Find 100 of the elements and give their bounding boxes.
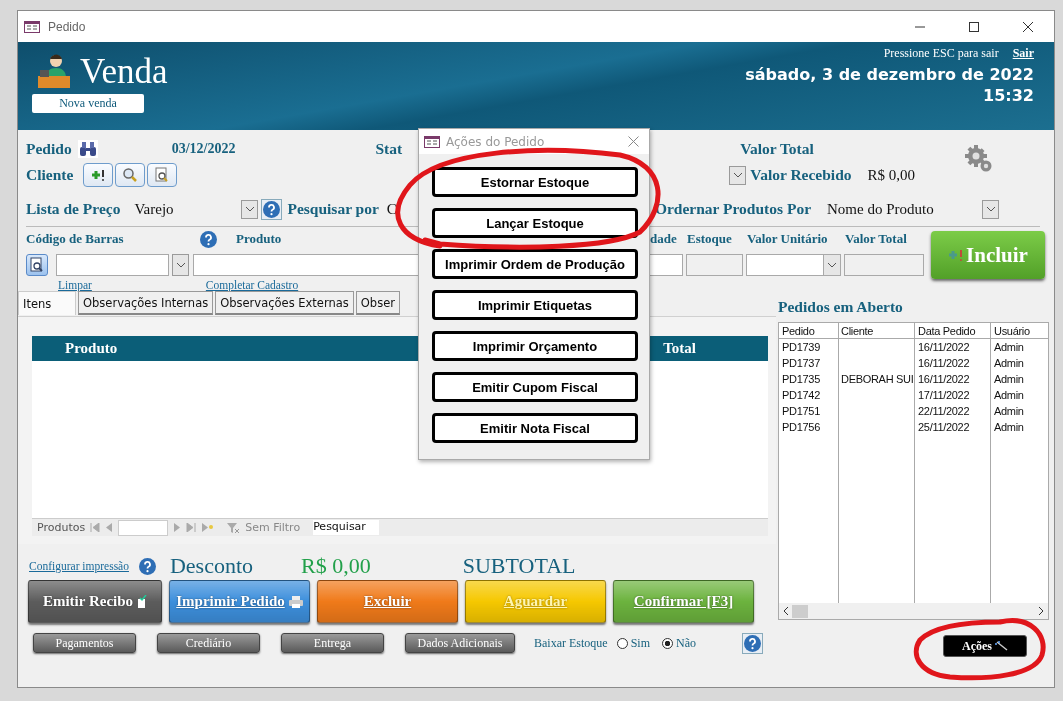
table-cell[interactable]: PD1739 — [779, 339, 839, 355]
secondary-button[interactable]: Entrega — [281, 633, 384, 653]
new-sale-button[interactable]: Nova venda — [32, 94, 144, 113]
help-icon[interactable] — [138, 557, 156, 575]
dialog-button[interactable]: Lançar Estoque — [432, 208, 638, 238]
table-cell[interactable]: PD1737 — [779, 355, 839, 371]
close-icon[interactable] — [1022, 20, 1034, 33]
table-cell[interactable]: PD1751 — [779, 403, 839, 419]
dialog-button[interactable]: Emitir Cupom Fiscal — [432, 372, 638, 402]
barcode-field[interactable] — [56, 254, 169, 276]
stock-field[interactable] — [686, 254, 743, 276]
table-cell[interactable]: Admin — [991, 419, 1048, 435]
stock-label: Estoque — [687, 231, 733, 247]
unit-price-field[interactable] — [746, 254, 841, 276]
next-record-icon[interactable] — [173, 523, 182, 532]
table-cell[interactable]: Admin — [991, 387, 1048, 403]
magic-wand-icon — [994, 641, 1008, 651]
total-label: Valor Total — [740, 140, 814, 158]
table-cell[interactable]: 16/11/2022 — [915, 339, 991, 355]
navigator-label: Produtos — [37, 521, 86, 534]
total-field[interactable] — [844, 254, 924, 276]
tab[interactable]: Observações Internas — [78, 291, 214, 315]
binoculars-icon[interactable] — [77, 140, 98, 158]
received-label: Valor Recebido — [750, 166, 852, 184]
record-number-field[interactable] — [118, 519, 169, 536]
tab[interactable]: Observações Externas — [215, 291, 354, 315]
search-client-button[interactable] — [115, 163, 146, 187]
receipt-check-icon — [137, 594, 148, 609]
page-title: Venda — [80, 52, 168, 92]
client-label: Cliente — [26, 166, 74, 184]
dialog-button[interactable]: Imprimir Orçamento — [432, 331, 638, 361]
order-label: Pedido — [26, 140, 72, 158]
scroll-left-icon[interactable] — [783, 607, 789, 615]
horizontal-scrollbar[interactable] — [779, 603, 1048, 619]
settings-icon[interactable] — [963, 144, 994, 174]
maximize-icon[interactable] — [968, 20, 980, 33]
dialog-button[interactable]: Imprimir Ordem de Produção — [432, 249, 638, 279]
subtotal-label: SUBTOTAL — [462, 553, 576, 579]
column-header: Pedido — [779, 323, 839, 338]
radio-button[interactable] — [662, 637, 673, 649]
dialog-button[interactable]: Emitir Nota Fiscal — [432, 413, 638, 443]
search-icon — [122, 167, 139, 183]
search-field[interactable]: Pesquisar — [313, 520, 380, 535]
printer-icon — [288, 595, 303, 608]
tab[interactable]: Itens — [18, 291, 76, 315]
last-record-icon[interactable] — [186, 523, 197, 532]
received-value: R$ 0,00 — [867, 166, 916, 184]
chevron-icon — [176, 262, 185, 268]
radio-label: Sim — [630, 635, 650, 651]
barcode-label: Código de Barras — [26, 231, 125, 247]
table-cell[interactable]: DEBORAH SUI — [839, 371, 915, 387]
table-cell[interactable]: Admin — [991, 339, 1048, 355]
table-cell[interactable]: 16/11/2022 — [915, 371, 991, 387]
column-header: Data Pedido — [915, 323, 991, 338]
print-settings-link[interactable]: Configurar impressão — [29, 560, 129, 572]
filter-icon[interactable] — [226, 521, 241, 534]
dialog-button[interactable]: Estornar Estoque — [432, 167, 638, 197]
exit-link[interactable]: Sair — [1012, 46, 1034, 61]
previous-record-icon[interactable] — [105, 523, 114, 532]
scroll-right-icon[interactable] — [1038, 607, 1044, 615]
unit-price-label: Valor Unitário — [747, 231, 829, 247]
help-icon — [744, 634, 761, 652]
radio-button[interactable] — [616, 637, 628, 649]
secondary-button[interactable]: Crediário — [157, 633, 260, 653]
scroll-thumb[interactable] — [792, 604, 808, 618]
dialog-button[interactable]: Imprimir Etiquetas — [432, 290, 638, 320]
table-cell[interactable]: PD1742 — [779, 387, 839, 403]
barcode-search-button[interactable] — [26, 254, 48, 276]
discount-label: Desconto — [169, 553, 254, 579]
table-cell[interactable]: 25/11/2022 — [915, 419, 991, 435]
help-button[interactable] — [261, 198, 283, 220]
preview-client-button[interactable] — [147, 163, 178, 187]
complete-registration-link[interactable]: Completar Cadastro — [205, 279, 299, 291]
window-title: Pedido — [48, 19, 86, 34]
clear-link[interactable]: Limpar — [58, 279, 92, 291]
open-orders-title: Pedidos em Aberto — [778, 298, 904, 317]
table-cell[interactable]: Admin — [991, 355, 1048, 371]
table-cell[interactable]: 17/11/2022 — [915, 387, 991, 403]
order-date: 03/12/2022 — [171, 141, 236, 157]
actions-button[interactable]: Ações — [943, 635, 1027, 657]
table-cell[interactable]: 22/11/2022 — [915, 403, 991, 419]
add-client-button[interactable] — [83, 163, 114, 187]
help-button[interactable] — [742, 632, 763, 654]
tab[interactable]: Obser — [355, 291, 400, 315]
product-label: Produto — [236, 231, 283, 247]
new-record-icon[interactable] — [201, 523, 214, 532]
search-by-label: Pesquisar por — [287, 200, 379, 218]
total-label: Valor Total — [845, 231, 907, 247]
plus-icon — [90, 168, 107, 182]
table-cell[interactable]: Admin — [991, 403, 1048, 419]
help-icon[interactable] — [200, 230, 217, 248]
table-cell[interactable]: PD1735 — [779, 371, 839, 387]
table-cell[interactable]: Admin — [991, 371, 1048, 387]
table-cell[interactable]: PD1756 — [779, 419, 839, 435]
table-cell[interactable]: 16/11/2022 — [915, 355, 991, 371]
action-button[interactable]: Emitir Recibo — [28, 580, 162, 623]
first-record-icon[interactable] — [90, 523, 101, 532]
secondary-button[interactable]: Pagamentos — [33, 633, 136, 653]
radio-label: Não — [676, 635, 696, 651]
secondary-button[interactable]: Dados Adicionais — [405, 633, 515, 653]
